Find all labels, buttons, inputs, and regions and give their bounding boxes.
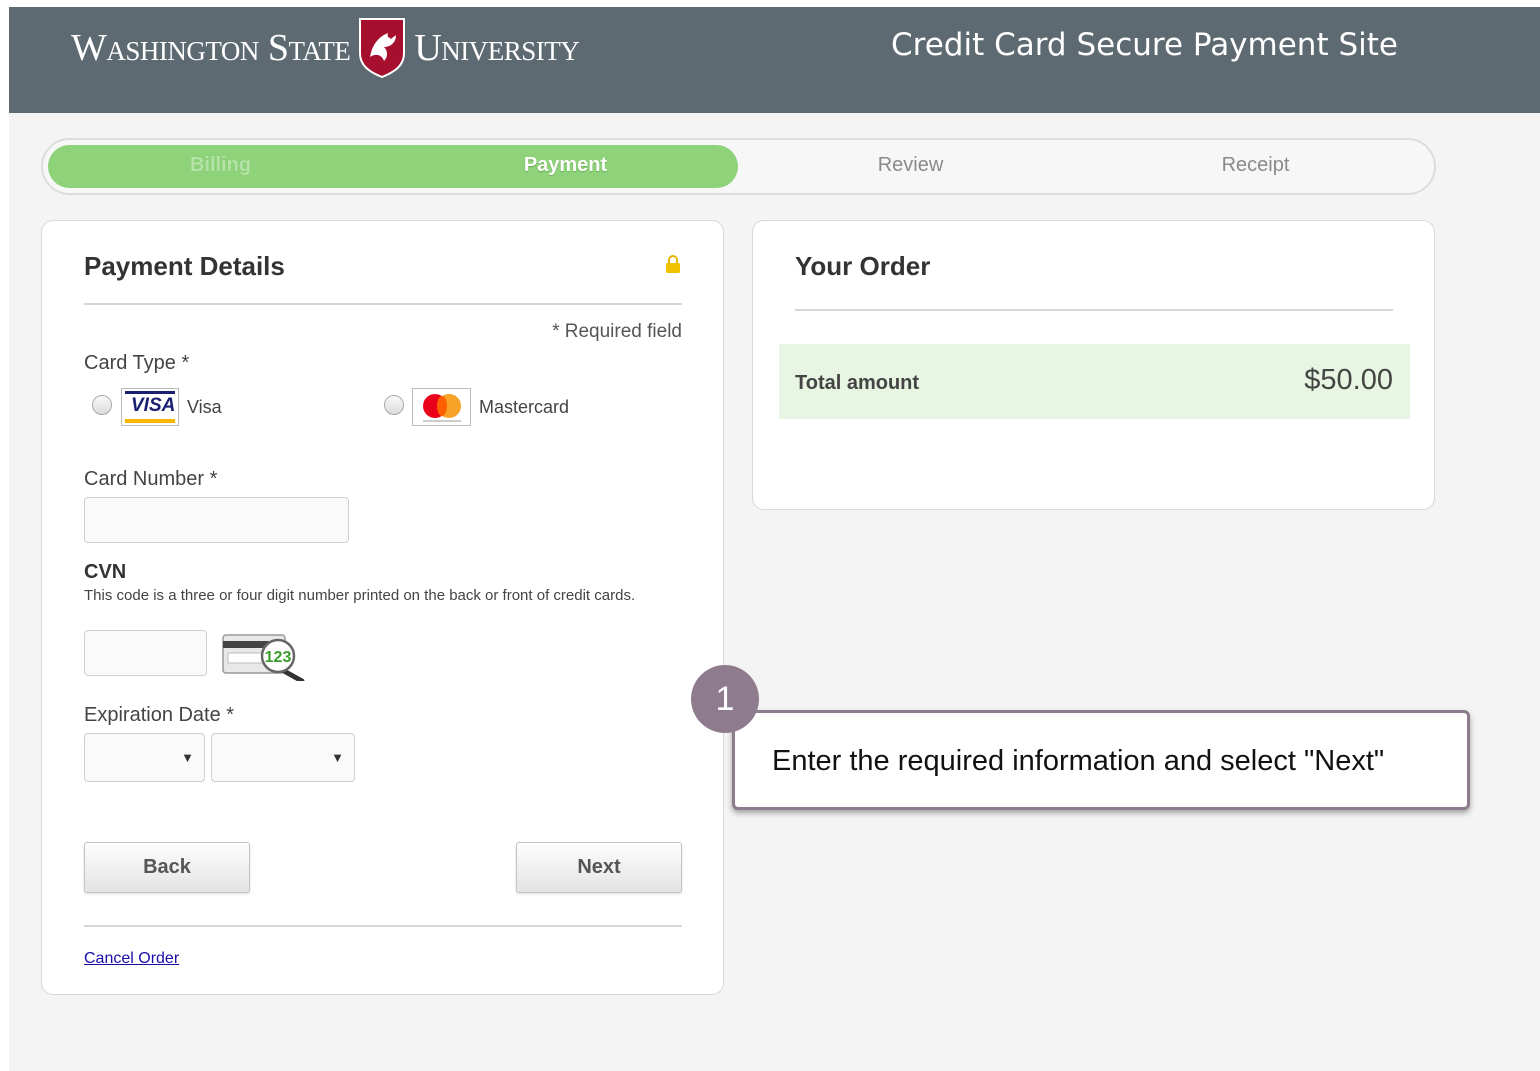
chevron-down-icon: ▼: [331, 750, 344, 765]
your-order-panel: Your Order Total amount $50.00: [752, 220, 1435, 510]
visa-stripe-top: [125, 391, 175, 394]
lock-icon: [666, 255, 680, 273]
step-receipt: Receipt: [1221, 154, 1290, 176]
checkout-progress-bar: Billing Payment Review Receipt: [41, 138, 1436, 195]
visa-logo-text: VISA: [131, 395, 176, 416]
total-amount-row: Total amount $50.00: [779, 344, 1410, 419]
divider: [84, 303, 682, 305]
visa-logo[interactable]: VISA: [121, 388, 179, 426]
mastercard-logo[interactable]: [412, 388, 471, 426]
chevron-down-icon: ▼: [181, 750, 194, 765]
callout-text: Enter the required information and selec…: [772, 745, 1385, 777]
mastercard-wordmark: [423, 420, 461, 422]
step-billing[interactable]: Billing: [48, 154, 393, 177]
brand-right-text: University: [414, 27, 580, 69]
page-frame: Washington State University Credit Card …: [9, 7, 1540, 1071]
total-amount-label: Total amount: [795, 372, 920, 394]
step-review: Review: [877, 154, 944, 176]
wsu-shield-icon: [359, 18, 406, 79]
step-payment: Payment: [523, 154, 608, 176]
cvn-card-magnifier-icon: 123: [222, 634, 305, 681]
callout-box: Enter the required information and selec…: [732, 710, 1470, 810]
cvn-label: CVN: [84, 561, 127, 583]
total-amount-value: $50.00: [1304, 364, 1393, 396]
wsu-logo[interactable]: Washington State University: [71, 17, 580, 79]
expiration-date-label: Expiration Date *: [84, 704, 235, 726]
visa-stripe-bottom: [125, 419, 175, 423]
cvn-image-text: 123: [265, 649, 292, 666]
card-number-input[interactable]: [84, 497, 349, 543]
required-field-note: * Required field: [552, 321, 682, 342]
mastercard-radio[interactable]: [384, 395, 404, 415]
card-type-label: Card Type *: [84, 352, 190, 374]
visa-radio[interactable]: [92, 395, 112, 415]
payment-details-panel: Payment Details * Required field Card Ty…: [41, 220, 724, 995]
brand-left-text: Washington State: [71, 27, 351, 69]
site-header: Washington State University Credit Card …: [9, 7, 1540, 113]
expiration-month-select[interactable]: ▼: [84, 733, 205, 782]
mastercard-label[interactable]: Mastercard: [479, 397, 569, 418]
your-order-title: Your Order: [795, 251, 931, 281]
site-title: Credit Card Secure Payment Site: [891, 27, 1398, 63]
next-button[interactable]: Next: [516, 842, 682, 893]
cvn-hint: This code is a three or four digit numbe…: [84, 587, 636, 604]
card-number-label: Card Number *: [84, 468, 218, 490]
payment-details-title: Payment Details: [84, 251, 285, 281]
mastercard-overlap: [437, 396, 447, 416]
visa-label[interactable]: Visa: [187, 397, 222, 418]
divider: [795, 309, 1393, 311]
back-button[interactable]: Back: [84, 842, 250, 893]
callout-step-badge: 1: [691, 665, 759, 733]
divider: [84, 925, 682, 927]
cvn-input[interactable]: [84, 630, 207, 676]
expiration-year-select[interactable]: ▼: [211, 733, 355, 782]
cancel-order-link[interactable]: Cancel Order: [84, 950, 179, 968]
